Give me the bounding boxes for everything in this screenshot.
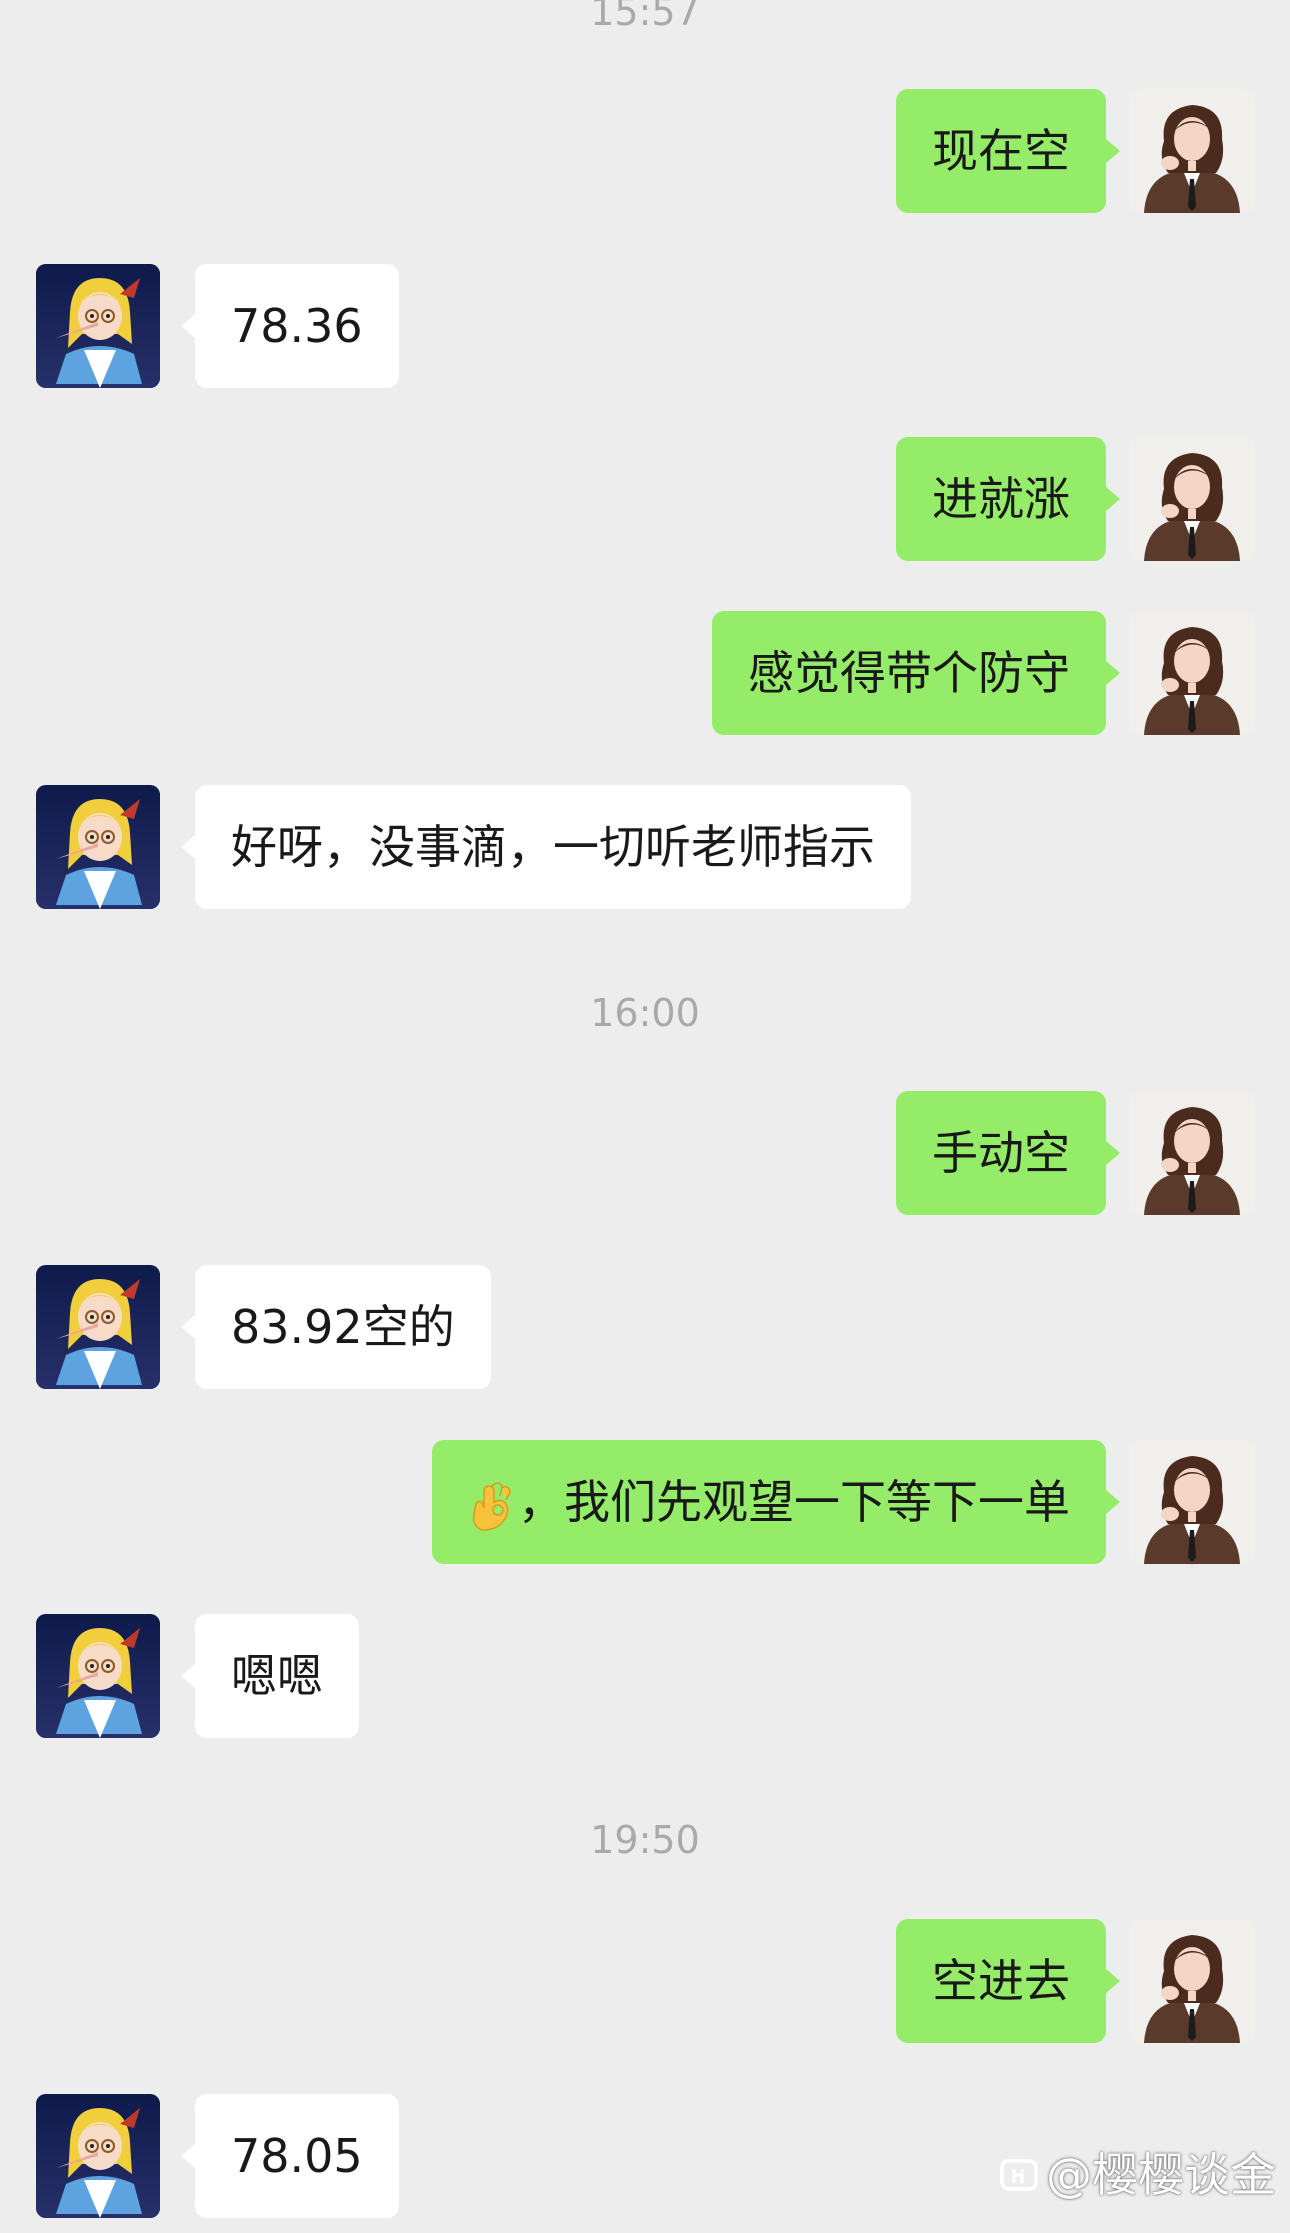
- message-bubble[interactable]: 嗯嗯: [181, 1614, 359, 1738]
- message-bubble[interactable]: 83.92空的: [181, 1265, 491, 1389]
- message-row-sent: 空进去: [0, 1919, 1290, 2043]
- avatar[interactable]: [1130, 611, 1254, 735]
- message-bubble[interactable]: 感觉得带个防守: [712, 611, 1120, 735]
- message-bubble[interactable]: 现在空: [896, 89, 1120, 213]
- message-bubble[interactable]: ，我们先观望一下等下一单: [432, 1440, 1120, 1564]
- avatar[interactable]: [1130, 1091, 1254, 1215]
- avatar[interactable]: [1130, 1440, 1254, 1564]
- zhihu-logo-icon: [1000, 2159, 1038, 2191]
- avatar[interactable]: [36, 1614, 160, 1738]
- message-bubble[interactable]: 78.05: [181, 2094, 399, 2218]
- message-row-sent: 手动空: [0, 1091, 1290, 1215]
- message-bubble[interactable]: 好呀，没事滴，一切听老师指示: [181, 785, 911, 909]
- avatar[interactable]: [1130, 89, 1254, 213]
- message-row-sent: 感觉得带个防守: [0, 611, 1290, 735]
- avatar[interactable]: [1130, 1919, 1254, 2043]
- message-row-sent: ，我们先观望一下等下一单: [0, 1440, 1290, 1564]
- message-row-received: 83.92空的: [0, 1265, 1290, 1389]
- timestamp: 19:50: [590, 1818, 700, 1862]
- avatar[interactable]: [36, 1265, 160, 1389]
- message-row-sent: 进就涨: [0, 437, 1290, 561]
- message-row-received: 78.36: [0, 264, 1290, 388]
- avatar[interactable]: [36, 264, 160, 388]
- message-bubble[interactable]: 进就涨: [896, 437, 1120, 561]
- avatar[interactable]: [1130, 437, 1254, 561]
- message-bubble[interactable]: 空进去: [896, 1919, 1120, 2043]
- message-bubble[interactable]: 手动空: [896, 1091, 1120, 1215]
- timestamp: 15:57: [590, 0, 700, 34]
- watermark-text: @樱樱谈金: [1046, 2148, 1276, 2202]
- timestamp: 16:00: [590, 991, 700, 1035]
- message-text: ，我们先观望一下等下一单: [518, 1475, 1070, 1529]
- message-bubble[interactable]: 78.36: [181, 264, 399, 388]
- message-row-sent: 现在空: [0, 89, 1290, 213]
- watermark: @樱樱谈金: [998, 2139, 1276, 2205]
- avatar[interactable]: [36, 785, 160, 909]
- message-row-received: 好呀，没事滴，一切听老师指示: [0, 785, 1290, 909]
- message-row-received: 嗯嗯: [0, 1614, 1290, 1738]
- ok-hand-icon: [472, 1481, 511, 1531]
- avatar[interactable]: [36, 2094, 160, 2218]
